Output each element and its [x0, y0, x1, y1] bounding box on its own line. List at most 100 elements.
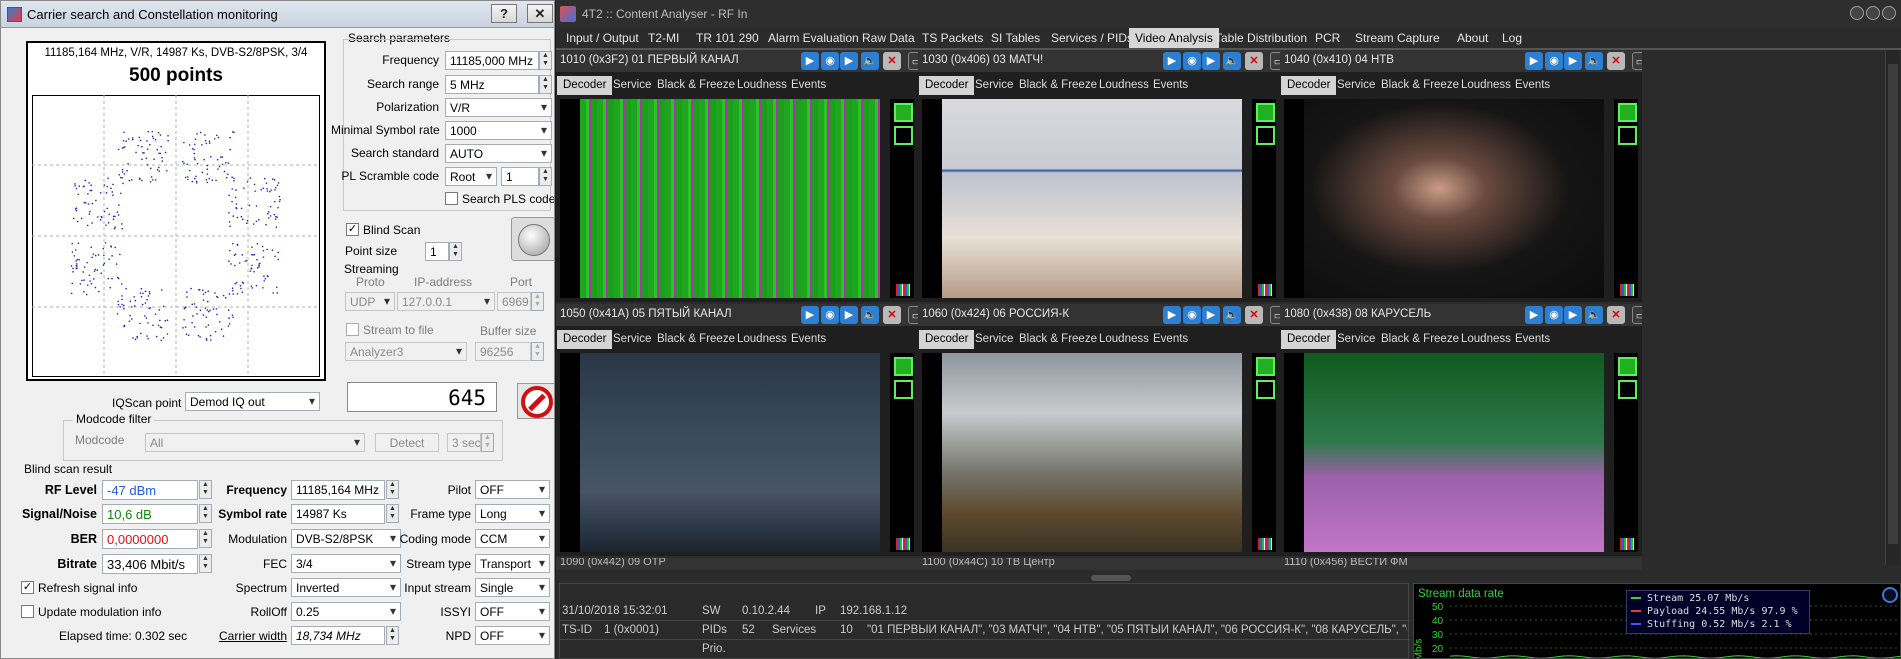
polarization-select[interactable]: V/R — [445, 98, 552, 117]
pl-scramble-mode-select[interactable]: Root — [445, 167, 497, 186]
tab-ts-packets[interactable]: TS Packets — [916, 28, 989, 48]
minimize-button[interactable] — [1850, 6, 1864, 20]
pilot-select[interactable]: OFF — [475, 480, 550, 499]
pane-screen-icon[interactable] — [1256, 380, 1275, 399]
pane-view-icon[interactable] — [1256, 103, 1275, 122]
subtab-service[interactable]: Service — [1331, 330, 1381, 349]
app-close-button[interactable] — [1882, 6, 1896, 20]
iqscan-select[interactable]: Demod IQ out — [185, 392, 320, 411]
tab-t2-mi[interactable]: T2-MI — [642, 28, 685, 48]
subtab-decoder[interactable]: Decoder — [1281, 330, 1337, 349]
pane-camera-icon[interactable]: ◉ — [1183, 52, 1201, 70]
timeout-input[interactable]: 3 sec — [447, 433, 481, 452]
pane-camera-icon[interactable]: ◉ — [821, 306, 839, 324]
tab-services-pids[interactable]: Services / PIDs — [1045, 28, 1139, 48]
pane-mute-icon[interactable]: 🔈 — [861, 306, 879, 324]
pane-camera-icon[interactable]: ◉ — [1545, 306, 1563, 324]
detect-button[interactable]: Detect — [375, 433, 439, 452]
rolloff-select[interactable]: 0.25 — [291, 602, 401, 621]
pane-view-icon[interactable] — [1618, 103, 1637, 122]
pane-play-icon[interactable]: ▶ — [1525, 306, 1543, 324]
search-standard-select[interactable]: AUTO — [445, 144, 552, 163]
subtab-black-freeze[interactable]: Black & Freeze — [1375, 330, 1465, 349]
min-symbol-rate-select[interactable]: 1000 — [445, 121, 552, 140]
issyi-select[interactable]: OFF — [475, 602, 550, 621]
subtab-service[interactable]: Service — [607, 330, 657, 349]
subtab-events[interactable]: Events — [785, 330, 832, 349]
fec-select[interactable]: 3/4 — [291, 554, 401, 573]
pane-camera-icon[interactable]: ◉ — [821, 52, 839, 70]
pane-close-icon[interactable]: ✕ — [883, 52, 901, 70]
frequency-input[interactable]: 11185,000 MHz — [445, 51, 539, 70]
pane-close-icon[interactable]: ✕ — [1245, 52, 1263, 70]
pane-close-icon[interactable]: ✕ — [1245, 306, 1263, 324]
coding-mode-select[interactable]: CCM — [475, 529, 550, 548]
pane-play-icon[interactable]: ▶ — [801, 52, 819, 70]
pane-screen-icon[interactable] — [894, 126, 913, 145]
frequency-spinner[interactable]: ▲ ▼ — [539, 51, 552, 70]
result-frequency-spinner[interactable]: ▲ ▼ — [386, 480, 399, 499]
tab-alarm-evaluation[interactable]: Alarm Evaluation — [762, 28, 865, 48]
buffer-size-input[interactable]: 96256 — [475, 342, 531, 361]
carrier-width-spinner[interactable]: ▲ ▼ — [386, 626, 399, 645]
pl-scramble-code-input[interactable]: 1 — [501, 167, 539, 186]
tab-pcr[interactable]: PCR — [1309, 28, 1346, 48]
pane-monitor-icon[interactable]: ▭ — [908, 52, 918, 70]
pane-play-icon[interactable]: ▶ — [1163, 52, 1181, 70]
pane-screen-icon[interactable] — [894, 380, 913, 399]
subtab-decoder[interactable]: Decoder — [1281, 76, 1337, 95]
help-button[interactable]: ? — [491, 4, 517, 23]
subtab-black-freeze[interactable]: Black & Freeze — [1375, 76, 1465, 95]
port-input[interactable]: 6969 — [497, 292, 531, 311]
search-range-input[interactable]: 5 MHz — [445, 75, 539, 94]
subtab-black-freeze[interactable]: Black & Freeze — [1013, 330, 1103, 349]
subtab-loudness[interactable]: Loudness — [731, 330, 793, 349]
subtab-decoder[interactable]: Decoder — [919, 330, 975, 349]
subtab-loudness[interactable]: Loudness — [731, 76, 793, 95]
tab-table-distribution[interactable]: Table Distribution — [1209, 28, 1313, 48]
close-button[interactable]: ✕ — [527, 4, 553, 23]
point-size-spinner[interactable]: ▲ ▼ — [449, 242, 462, 261]
subtab-events[interactable]: Events — [785, 76, 832, 95]
port-spinner[interactable]: ▲ ▼ — [531, 292, 544, 311]
pane-screen-icon[interactable] — [1618, 126, 1637, 145]
ip-select[interactable]: 127.0.0.1 — [397, 292, 495, 311]
subtab-decoder[interactable]: Decoder — [919, 76, 975, 95]
subtab-decoder[interactable]: Decoder — [557, 330, 613, 349]
subtab-service[interactable]: Service — [969, 76, 1019, 95]
refresh-signal-checkbox[interactable]: ✓ — [21, 581, 34, 594]
vertical-scrollbar[interactable] — [1885, 50, 1899, 565]
pane-view-icon[interactable] — [894, 103, 913, 122]
pl-scramble-spinner[interactable]: ▲ ▼ — [539, 167, 552, 186]
file-select[interactable]: Analyzer3 — [345, 342, 467, 361]
search-pls-checkbox[interactable] — [445, 192, 458, 205]
subtab-service[interactable]: Service — [607, 76, 657, 95]
tab-si-tables[interactable]: SI Tables — [985, 28, 1046, 48]
subtab-events[interactable]: Events — [1509, 76, 1556, 95]
buffer-size-spinner[interactable]: ▲ ▼ — [531, 342, 544, 361]
stream-to-file-checkbox[interactable] — [346, 323, 359, 336]
pane-monitor-icon[interactable]: ▭ — [1270, 306, 1280, 324]
pane-next-icon[interactable]: ▶ — [840, 52, 858, 70]
subtab-loudness[interactable]: Loudness — [1455, 76, 1517, 95]
pane-play-icon[interactable]: ▶ — [801, 306, 819, 324]
proto-select[interactable]: UDP — [345, 292, 395, 311]
subtab-black-freeze[interactable]: Black & Freeze — [651, 330, 741, 349]
pane-view-icon[interactable] — [1256, 357, 1275, 376]
dialog-titlebar[interactable]: Carrier search and Constellation monitor… — [1, 1, 554, 28]
pane-camera-icon[interactable]: ◉ — [1545, 52, 1563, 70]
pane-mute-icon[interactable]: 🔈 — [1223, 52, 1241, 70]
splitter-handle[interactable] — [1091, 575, 1131, 581]
frame-type-select[interactable]: Long — [475, 504, 550, 523]
carrier-width-label[interactable]: Carrier width — [201, 629, 287, 643]
tab-log[interactable]: Log — [1496, 28, 1528, 48]
pane-mute-icon[interactable]: 🔈 — [1585, 52, 1603, 70]
input-stream-select[interactable]: Single — [475, 578, 550, 597]
timeout-spinner[interactable]: ▲ ▼ — [481, 433, 494, 452]
pane-monitor-icon[interactable]: ▭ — [908, 306, 918, 324]
subtab-loudness[interactable]: Loudness — [1455, 330, 1517, 349]
stop-button[interactable] — [517, 383, 554, 419]
pane-next-icon[interactable]: ▶ — [1564, 306, 1582, 324]
app-titlebar[interactable]: 4T2 :: Content Analyser - RF In — [556, 0, 1901, 28]
pane-mute-icon[interactable]: 🔈 — [1223, 306, 1241, 324]
